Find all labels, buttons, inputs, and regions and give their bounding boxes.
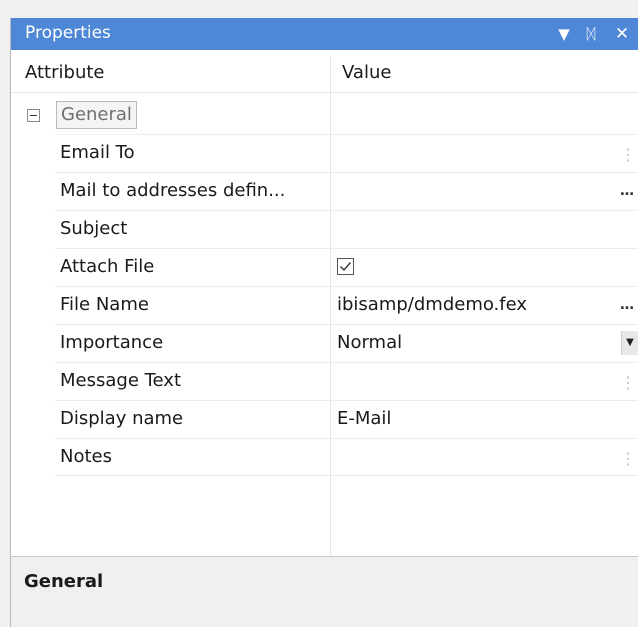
properties-title-bar: Properties ▼ ᛞ ✕ <box>11 18 638 50</box>
close-icon[interactable]: ✕ <box>611 24 633 44</box>
property-row-mail-to-addresses[interactable]: Mail to addresses defin... … <box>55 172 638 210</box>
property-row-subject[interactable]: Subject <box>55 210 638 248</box>
checkmark-icon <box>340 262 352 272</box>
dropdown-icon[interactable]: ▼ <box>621 331 638 355</box>
property-row-message-text[interactable]: Message Text ⋮ <box>55 362 638 400</box>
description-title: General <box>24 571 104 592</box>
vertical-ellipsis-icon[interactable]: ⋮ <box>620 145 636 165</box>
pin-icon[interactable]: ᛞ <box>582 24 600 44</box>
property-row-notes[interactable]: Notes ⋮ <box>55 438 638 476</box>
panel-title: Properties <box>25 23 111 43</box>
property-value[interactable]: Normal <box>337 332 402 353</box>
property-row-attach-file[interactable]: Attach File <box>55 248 638 286</box>
category-label: General <box>56 101 137 129</box>
collapse-minus-icon[interactable] <box>27 109 40 122</box>
property-name: Attach File <box>60 256 155 277</box>
property-value[interactable]: ibisamp/dmdemo.fex <box>337 294 527 315</box>
property-name: Mail to addresses defin... <box>60 180 286 201</box>
property-name: Subject <box>60 218 128 239</box>
vertical-ellipsis-icon[interactable]: ⋮ <box>620 449 636 469</box>
grid-header: Attribute Value <box>11 55 638 91</box>
attribute-column-header: Attribute <box>25 62 105 83</box>
ellipsis-icon[interactable]: … <box>620 295 634 315</box>
property-row-display-name[interactable]: Display name E-Mail <box>55 400 638 438</box>
dropdown-arrow-icon[interactable]: ▼ <box>555 24 573 44</box>
property-value[interactable]: E-Mail <box>337 408 391 429</box>
vertical-ellipsis-icon[interactable]: ⋮ <box>620 373 636 393</box>
attach-file-checkbox[interactable] <box>337 258 354 275</box>
property-name: Message Text <box>60 370 182 391</box>
property-row-file-name[interactable]: File Name ibisamp/dmdemo.fex … <box>55 286 638 324</box>
ellipsis-icon[interactable]: … <box>620 181 634 201</box>
property-name: Notes <box>60 446 112 467</box>
value-column-header: Value <box>342 62 392 83</box>
property-name: Importance <box>60 332 164 353</box>
header-separator <box>11 92 638 93</box>
window-top-strip <box>10 0 638 18</box>
window-left-edge <box>0 0 10 627</box>
property-name: Email To <box>60 142 135 163</box>
category-general[interactable]: General <box>11 97 638 134</box>
property-row-importance[interactable]: Importance Normal ▼ <box>55 324 638 362</box>
description-panel: General <box>11 557 638 627</box>
property-name: Display name <box>60 408 184 429</box>
property-row-email-to[interactable]: Email To ⋮ <box>55 134 638 172</box>
property-name: File Name <box>60 294 149 315</box>
